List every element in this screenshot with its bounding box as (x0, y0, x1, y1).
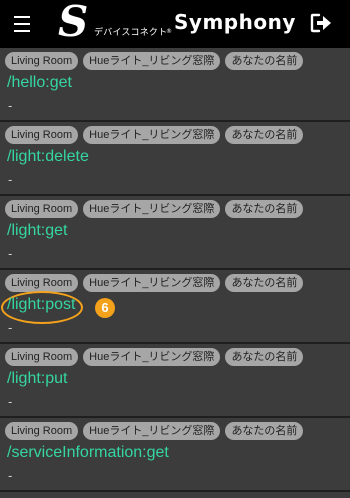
logout-icon[interactable] (310, 13, 332, 33)
tag-list: Living Room Hueライト_リビング窓際 あなたの名前 (5, 200, 308, 218)
list-item[interactable]: Living Room Hueライト_リビング窓際 あなたの名前 /serviceI… (0, 418, 350, 492)
tag-list: Living Room Hueライト_リビング窓際 あなたの名前 (5, 126, 308, 144)
device-tag: Hueライト_リビング窓際 (83, 126, 221, 144)
room-tag: Living Room (5, 274, 79, 292)
list-item[interactable]: Living Room Hueライト_リビング窓際 あなたの名前 /light:ge… (0, 196, 350, 270)
app-logo: S デバイスコネクト ® Symphony (58, 0, 298, 48)
user-tag: あなたの名前 (225, 348, 304, 366)
room-tag: Living Room (5, 126, 79, 144)
endpoint-label[interactable]: /light:put (7, 370, 67, 388)
user-tag: あなたの名前 (225, 274, 304, 292)
list-item[interactable]: Living Room Hueライト_リビング窓際 あなたの名前 /hello:ge… (0, 48, 350, 122)
endpoint-detail: - (8, 98, 13, 113)
room-tag: Living Room (5, 348, 79, 366)
tag-list: Living Room Hueライト_リビング窓際 あなたの名前 (5, 422, 308, 440)
tag-list: Living Room Hueライト_リビング窓際 あなたの名前 (5, 348, 308, 366)
tag-list: Living Room Hueライト_リビング窓際 あなたの名前 (5, 274, 308, 292)
list-item[interactable]: Living Room Hueライト_リビング窓際 あなたの名前 /light:de… (0, 122, 350, 196)
logo-subtitle: デバイスコネクト (94, 28, 168, 38)
endpoint-detail: - (8, 468, 13, 483)
endpoint-label[interactable]: /light:delete (7, 148, 89, 166)
list-item[interactable]: Living Room Hueライト_リビング窓際 あなたの名前 /light:pu… (0, 344, 350, 418)
user-tag: あなたの名前 (225, 126, 304, 144)
user-tag: あなたの名前 (225, 52, 304, 70)
hamburger-menu-icon[interactable] (14, 15, 30, 32)
endpoint-label[interactable]: /light:post (7, 296, 75, 314)
user-tag: あなたの名前 (225, 200, 304, 218)
logo-name: Symphony (174, 10, 296, 34)
tag-list: Living Room Hueライト_リビング窓際 あなたの名前 (5, 52, 308, 70)
endpoint-label[interactable]: /serviceInformation:get (7, 444, 169, 462)
device-tag: Hueライト_リビング窓際 (83, 200, 221, 218)
endpoint-detail: - (8, 246, 13, 261)
room-tag: Living Room (5, 422, 79, 440)
endpoint-label[interactable]: /hello:get (7, 74, 72, 92)
endpoint-label[interactable]: /light:get (7, 222, 67, 240)
app-header: S デバイスコネクト ® Symphony (0, 0, 350, 48)
device-tag: Hueライト_リビング窓際 (83, 348, 221, 366)
step-number-badge: 6 (95, 298, 115, 318)
room-tag: Living Room (5, 200, 79, 218)
endpoint-detail: - (8, 320, 13, 335)
device-tag: Hueライト_リビング窓際 (83, 274, 221, 292)
logo-registered-mark: ® (166, 28, 172, 35)
list-item[interactable]: Living Room Hueライト_リビング窓際 あなたの名前 /light:po… (0, 270, 350, 344)
api-list: Living Room Hueライト_リビング窓際 あなたの名前 /hello:ge… (0, 48, 350, 492)
endpoint-detail: - (8, 394, 13, 409)
room-tag: Living Room (5, 52, 79, 70)
endpoint-detail: - (8, 172, 13, 187)
device-tag: Hueライト_リビング窓際 (83, 52, 221, 70)
logo-mark: S (58, 0, 89, 46)
device-tag: Hueライト_リビング窓際 (83, 422, 221, 440)
user-tag: あなたの名前 (225, 422, 304, 440)
